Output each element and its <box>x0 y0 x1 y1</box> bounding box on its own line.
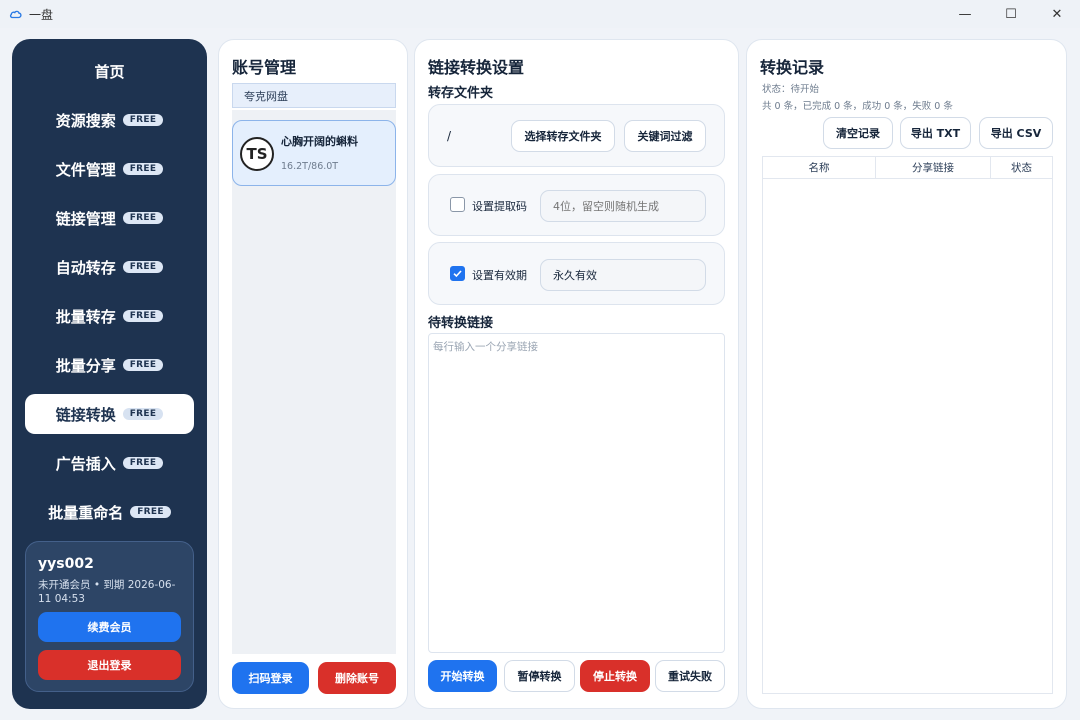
column-header-name[interactable]: 名称 <box>763 157 876 178</box>
sidebar-item-link-management[interactable]: 链接管理 FREE <box>25 198 194 238</box>
pause-convert-button[interactable]: 暂停转换 <box>504 660 575 692</box>
account-storage: 16.2T/86.0T <box>281 161 339 172</box>
extract-code-box: 设置提取码 <box>428 174 725 236</box>
avatar: TS <box>240 137 274 171</box>
validity-box: 设置有效期 永久有效 <box>428 242 725 305</box>
free-badge: FREE <box>122 261 164 273</box>
free-badge: FREE <box>122 212 164 224</box>
renew-membership-button[interactable]: 续费会员 <box>38 612 181 642</box>
user-card: yys002 未开通会员 • 到期 2026-06-11 04:53 续费会员 … <box>25 541 194 692</box>
choose-folder-button[interactable]: 选择转存文件夹 <box>511 120 615 152</box>
membership-status: 未开通会员 • 到期 2026-06-11 04:53 <box>38 579 176 605</box>
sidebar-item-label: 首页 <box>94 62 125 81</box>
folder-box: / 选择转存文件夹 关键词过滤 <box>428 104 725 167</box>
minimize-button[interactable]: — <box>942 0 988 28</box>
extract-code-label: 设置提取码 <box>472 200 527 213</box>
cloud-icon <box>9 7 23 21</box>
retry-failed-button[interactable]: 重试失败 <box>655 660 725 692</box>
records-panel-title: 转换记录 <box>760 58 825 77</box>
sidebar-item-home[interactable]: 首页 <box>25 51 194 91</box>
validity-value: 永久有效 <box>553 269 597 282</box>
records-table: 名称 分享链接 状态 <box>762 156 1053 694</box>
logout-button[interactable]: 退出登录 <box>38 650 181 680</box>
window-title: 一盘 <box>29 7 54 22</box>
sidebar-item-label: 链接转换 <box>55 405 116 424</box>
column-header-share-link[interactable]: 分享链接 <box>876 157 991 178</box>
account-item[interactable]: TS 心胸开阔的蝌料 16.2T/86.0T <box>232 120 396 186</box>
table-header: 名称 分享链接 状态 <box>763 157 1052 179</box>
free-badge: FREE <box>122 408 164 420</box>
export-txt-button[interactable]: 导出 TXT <box>900 117 971 149</box>
sidebar-item-label: 批量分享 <box>55 356 116 375</box>
sidebar-item-resource-search[interactable]: 资源搜索 FREE <box>25 100 194 140</box>
account-panel: 账号管理 夸克网盘 TS 心胸开阔的蝌料 16.2T/86.0T 扫码登录 删除… <box>218 39 408 709</box>
sidebar-item-label: 文件管理 <box>55 160 116 179</box>
delete-account-button[interactable]: 删除账号 <box>318 662 396 694</box>
sidebar-item-label: 资源搜索 <box>55 111 116 130</box>
sidebar-item-file-management[interactable]: 文件管理 FREE <box>25 149 194 189</box>
close-button[interactable]: ✕ <box>1034 0 1080 28</box>
check-icon <box>453 270 462 278</box>
keyword-filter-button[interactable]: 关键词过滤 <box>624 120 706 152</box>
pending-links-placeholder: 每行输入一个分享链接 <box>433 341 538 353</box>
settings-panel-title: 链接转换设置 <box>428 58 525 77</box>
free-badge: FREE <box>130 506 171 518</box>
extract-code-checkbox[interactable] <box>450 197 465 212</box>
scan-login-button[interactable]: 扫码登录 <box>232 662 309 694</box>
free-badge: FREE <box>122 114 164 126</box>
validity-select[interactable]: 永久有效 <box>540 259 706 291</box>
free-badge: FREE <box>122 359 164 371</box>
title-bar: 一盘 — ☐ ✕ <box>0 0 1080 28</box>
maximize-button[interactable]: ☐ <box>988 0 1034 28</box>
sidebar-item-link-convert[interactable]: 链接转换 FREE <box>25 394 194 434</box>
sidebar-item-ad-insert[interactable]: 广告插入 FREE <box>25 443 194 483</box>
records-status: 状态：待开始 <box>762 84 820 95</box>
records-summary: 共 0 条，已完成 0 条，成功 0 条，失败 0 条 <box>762 101 953 112</box>
free-badge: FREE <box>122 457 164 469</box>
tab-quark-drive[interactable]: 夸克网盘 <box>232 83 396 108</box>
folder-path: / <box>447 129 452 143</box>
validity-label: 设置有效期 <box>472 269 527 282</box>
start-convert-button[interactable]: 开始转换 <box>428 660 497 692</box>
export-csv-button[interactable]: 导出 CSV <box>979 117 1053 149</box>
sidebar-item-batch-save[interactable]: 批量转存 FREE <box>25 296 194 336</box>
extract-code-input[interactable] <box>540 190 706 222</box>
settings-panel: 链接转换设置 转存文件夹 / 选择转存文件夹 关键词过滤 设置提取码 设置有效期… <box>414 39 739 709</box>
sidebar-item-label: 批量转存 <box>55 307 116 326</box>
sidebar-item-label: 批量重命名 <box>48 503 124 522</box>
sidebar-item-batch-share[interactable]: 批量分享 FREE <box>25 345 194 385</box>
sidebar-item-label: 自动转存 <box>55 258 116 277</box>
records-panel: 转换记录 状态：待开始 共 0 条，已完成 0 条，成功 0 条，失败 0 条 … <box>746 39 1067 709</box>
account-name: 心胸开阔的蝌料 <box>281 135 358 148</box>
stop-convert-button[interactable]: 停止转换 <box>580 660 650 692</box>
user-name: yys002 <box>38 556 94 572</box>
sidebar-item-label: 链接管理 <box>55 209 116 228</box>
free-badge: FREE <box>122 310 164 322</box>
sidebar: 首页 资源搜索 FREE 文件管理 FREE 链接管理 FREE 自动转存 FR… <box>12 39 207 709</box>
account-list: TS 心胸开阔的蝌料 16.2T/86.0T <box>232 110 396 654</box>
validity-checkbox[interactable] <box>450 266 465 281</box>
free-badge: FREE <box>122 163 164 175</box>
account-panel-title: 账号管理 <box>232 58 297 77</box>
column-header-status[interactable]: 状态 <box>991 157 1052 178</box>
pending-links-textarea[interactable]: 每行输入一个分享链接 <box>428 333 725 653</box>
sidebar-item-batch-rename[interactable]: 批量重命名 FREE <box>25 492 194 532</box>
sidebar-item-label: 广告插入 <box>55 454 116 473</box>
pending-links-label: 待转换链接 <box>428 316 494 331</box>
sidebar-item-auto-save[interactable]: 自动转存 FREE <box>25 247 194 287</box>
clear-records-button[interactable]: 清空记录 <box>823 117 893 149</box>
folder-section-label: 转存文件夹 <box>428 86 494 101</box>
